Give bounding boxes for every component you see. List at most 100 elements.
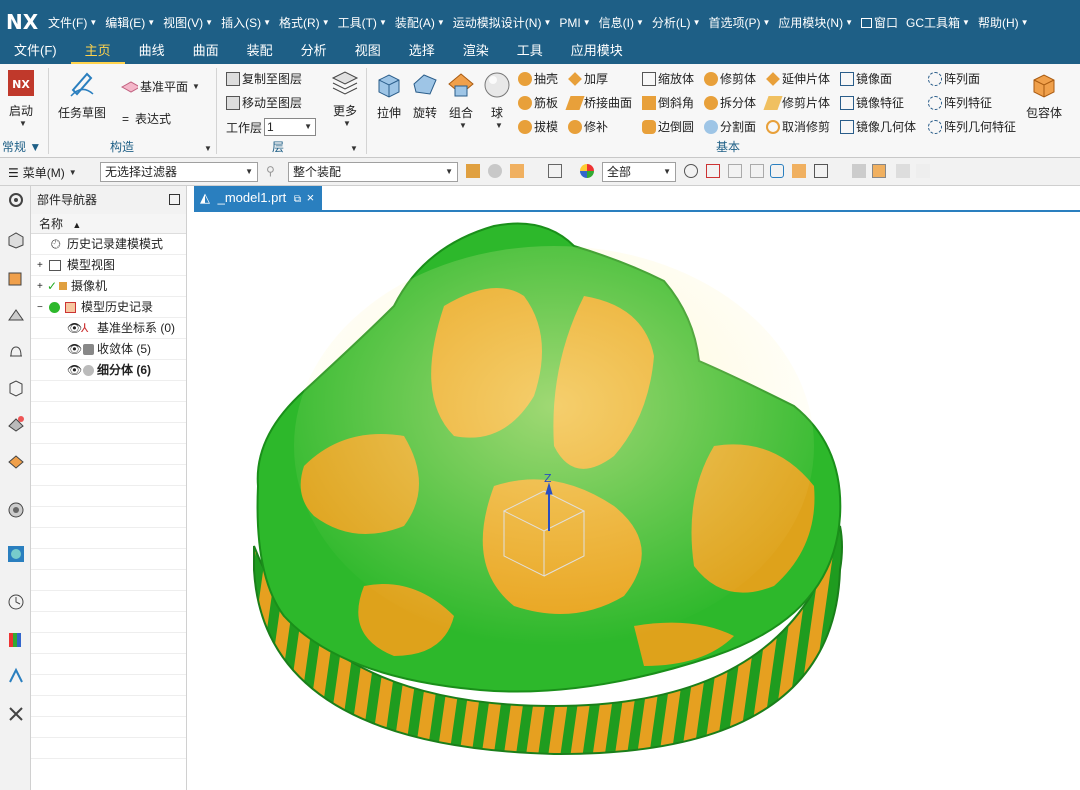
bridge-surface-button[interactable]: 桥接曲面 [565, 94, 632, 111]
pattern-geometry-button[interactable]: 阵列几何特征 [928, 118, 1016, 135]
snap-control-icon[interactable] [750, 164, 764, 178]
tree-row-model-views[interactable]: + 模型视图 [31, 255, 186, 276]
clock-icon[interactable] [6, 592, 26, 612]
more-button[interactable]: 更多 ▼ [330, 68, 360, 128]
work-layer-select[interactable]: 1 ▼ [264, 118, 317, 136]
tools-icon[interactable] [6, 704, 26, 724]
name-column-header[interactable]: 名称 ▲ [31, 214, 186, 234]
constraint-navigator-icon[interactable] [6, 268, 26, 288]
reuse-library-icon[interactable] [6, 378, 26, 398]
tab-assembly[interactable]: 装配 [233, 42, 287, 64]
rib-button[interactable]: 筋板 [518, 94, 558, 111]
trim-sheet-button[interactable]: 修剪片体 [763, 94, 830, 111]
mirror-geometry-button[interactable]: 镜像几何体 [840, 118, 916, 135]
snap-end-icon[interactable] [706, 164, 720, 178]
menu-gc-toolbox[interactable]: GC工具箱 ▼ [906, 14, 970, 31]
snap-point-icon[interactable] [684, 164, 698, 178]
trim-body-button[interactable]: 修剪体 [704, 70, 756, 87]
menu-motion[interactable]: 运动模拟设计(N) ▼ [453, 14, 552, 31]
cancel-trim-button[interactable]: 取消修剪 [766, 118, 830, 135]
system-materials-icon[interactable] [6, 544, 26, 564]
mirror-face-button[interactable]: 镜像面 [840, 70, 892, 87]
tree-row-model-history[interactable]: − 模型历史记录 [31, 297, 186, 318]
tab-file[interactable]: 文件(F) [0, 42, 71, 64]
tab-analysis[interactable]: 分析 [287, 42, 341, 64]
tab-home[interactable]: 主页 [70, 42, 125, 64]
snap-face-icon[interactable] [792, 164, 806, 178]
view-cube-icon[interactable] [852, 164, 866, 178]
move-to-layer-button[interactable]: 移动至图层 [226, 94, 302, 111]
assembly-navigator-icon[interactable] [6, 230, 26, 250]
revolve-button[interactable]: 旋转 [410, 70, 440, 121]
start-button[interactable]: NX 启动 ▼ [6, 68, 36, 128]
collapse-icon[interactable]: − [37, 297, 43, 318]
general-group-label[interactable]: 常规 ▼ [2, 138, 41, 155]
combine-button[interactable]: 组合 ▼ [446, 70, 476, 130]
thicken-button[interactable]: 加厚 [568, 70, 608, 87]
menu-edit[interactable]: 编辑(E) ▼ [105, 14, 155, 31]
maximize-icon[interactable] [169, 194, 180, 205]
pattern-feature-button[interactable]: 阵列特征 [928, 94, 992, 111]
menu-pmi[interactable]: PMI ▼ [559, 14, 590, 31]
select-component-icon[interactable] [488, 164, 502, 178]
expression-button[interactable]: = 表达式 [122, 110, 171, 127]
tab-view[interactable]: 视图 [341, 42, 395, 64]
tab-render[interactable]: 渲染 [449, 42, 503, 64]
edge-blend-button[interactable]: 边倒圆 [642, 118, 694, 135]
task-sketch-button[interactable]: 任务草图 [58, 70, 106, 121]
menu-info[interactable]: 信息(I) ▼ [599, 14, 644, 31]
selection-filter-select[interactable]: 无选择过滤器 ▼ [100, 162, 258, 182]
expand-icon[interactable]: + [37, 255, 43, 276]
menu-file[interactable]: 文件(F) ▼ [48, 14, 97, 31]
tree-row-history-mode[interactable]: 🕘︎ 历史记录建模模式 [31, 234, 186, 255]
tab-surface[interactable]: 曲面 [179, 42, 233, 64]
split-body-button[interactable]: 拆分体 [704, 94, 756, 111]
render-hidden-icon[interactable] [916, 164, 930, 178]
divide-face-button[interactable]: 分割面 [704, 118, 756, 135]
hd3d-tools-icon[interactable] [6, 414, 26, 434]
tab-curve[interactable]: 曲线 [125, 42, 179, 64]
menu-format[interactable]: 格式(R) ▼ [279, 14, 330, 31]
tab-applications[interactable]: 应用模块 [557, 42, 637, 64]
menu-tools[interactable]: 工具(T) ▼ [338, 14, 387, 31]
menu-help[interactable]: 帮助(H) ▼ [978, 14, 1029, 31]
bell-icon[interactable] [6, 342, 26, 362]
snap-mid-icon[interactable] [728, 164, 742, 178]
pattern-face-button[interactable]: 阵列面 [928, 70, 980, 87]
visibility-eye-icon[interactable]: 👁︎ [67, 318, 82, 339]
expand-icon[interactable]: + [37, 276, 43, 297]
datum-plane-button[interactable]: 基准平面 ▼ [118, 78, 200, 95]
tree-row-convergent-body[interactable]: 👁︎ 收敛体 (5) [31, 339, 186, 360]
menu-analysis[interactable]: 分析(L) ▼ [652, 14, 701, 31]
render-wire-icon[interactable] [896, 164, 910, 178]
draft-button[interactable]: 拔模 [518, 118, 558, 135]
extrude-button[interactable]: 拉伸 [374, 70, 404, 121]
shell-button[interactable]: 抽壳 [518, 70, 558, 87]
extend-sheet-button[interactable]: 延伸片体 [766, 70, 830, 87]
snap-hex-icon[interactable] [770, 164, 784, 178]
menu-button[interactable]: ☰ 菜单(M) ▼ [8, 164, 77, 181]
select-feature-icon[interactable] [466, 164, 480, 178]
color-palette-icon[interactable] [580, 164, 594, 178]
tab-tools[interactable]: 工具 [503, 42, 557, 64]
sphere-button[interactable]: 球 ▼ [482, 70, 512, 130]
menu-insert[interactable]: 插入(S) ▼ [221, 14, 271, 31]
menu-assembly[interactable]: 装配(A) ▼ [395, 14, 445, 31]
menu-application[interactable]: 应用模块(N) ▼ [778, 14, 853, 31]
menu-view[interactable]: 视图(V) ▼ [163, 14, 213, 31]
tab-select[interactable]: 选择 [395, 42, 449, 64]
render-shaded-icon[interactable] [872, 164, 886, 178]
tree-row-datum-csys[interactable]: 👁︎ ⅄ 基准坐标系 (0) [31, 318, 186, 339]
analysis-gradient-icon[interactable] [6, 630, 26, 650]
chamfer-button[interactable]: 倒斜角 [642, 94, 694, 111]
selection-type-select[interactable]: 全部 ▼ [602, 162, 676, 182]
select-body-icon[interactable] [510, 164, 524, 178]
settings-gear-icon[interactable] [6, 190, 26, 210]
filter-icon[interactable]: ⚲ [266, 164, 280, 178]
3d-model[interactable]: Z [194, 186, 1080, 790]
tree-row-cameras[interactable]: + ✓ 摄像机 [31, 276, 186, 297]
snap-intersect-icon[interactable] [814, 164, 828, 178]
web-browser-icon[interactable] [6, 452, 26, 472]
history-palette-icon[interactable] [6, 500, 26, 520]
part-navigator-icon[interactable] [6, 306, 26, 326]
